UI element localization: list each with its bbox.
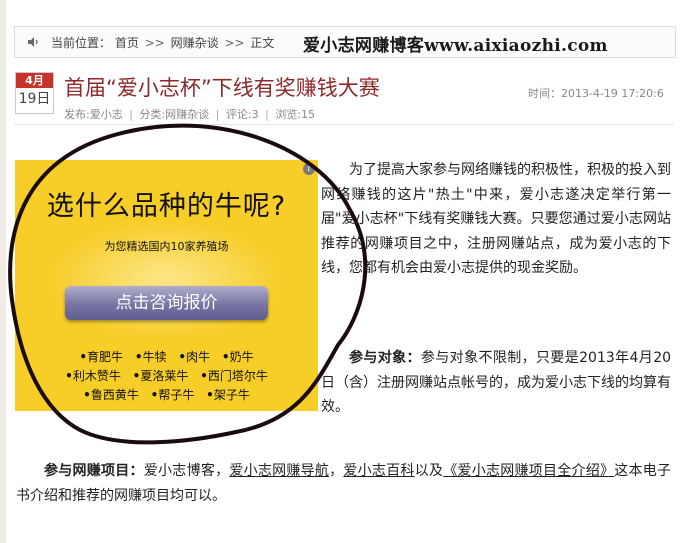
ad-tag-row: 育肥牛 牛犊 肉牛 奶牛: [15, 348, 318, 367]
ad-subline: 为您精选国内10家养殖场: [104, 240, 229, 253]
ad-tag-list: 育肥牛 牛犊 肉牛 奶牛 利木赞牛 夏洛莱牛 西门塔尔牛 鲁西黄牛 帮子牛 架子…: [15, 348, 318, 405]
ad-tag: 夏洛莱牛: [133, 369, 189, 383]
speaker-icon: [28, 37, 38, 47]
breadcrumb-prefix: 当前位置：: [51, 36, 112, 50]
ad-cta-button[interactable]: 点击咨询报价: [65, 286, 268, 320]
post-title[interactable]: 首届“爱小志杯”下线有奖赚钱大赛: [64, 72, 380, 102]
ad-tag: 鲁西黄牛: [83, 388, 139, 402]
breadcrumb-current: 正文: [250, 36, 275, 50]
breadcrumb-trail: 当前位置： 首页 >> 网赚杂谈 >> 正文: [51, 34, 274, 51]
article-paragraph-intro: 为了提高大家参与网络赚钱的积极性，积极的投入到网络赚钱的这片"热土"中来，爱小志…: [321, 162, 671, 276]
post-views: 浏览:15: [275, 108, 316, 121]
breadcrumb: 当前位置： 首页 >> 网赚杂谈 >> 正文 爱小志网赚博客www.aixiao…: [14, 26, 676, 58]
ad-tag: 肉牛: [178, 350, 210, 364]
ad-tag: 牛犊: [135, 350, 167, 364]
date-month: 4月: [16, 73, 53, 88]
post-category[interactable]: 分类:网赚杂谈: [139, 108, 209, 121]
link-wiki[interactable]: 爱小志百科: [343, 463, 414, 479]
breadcrumb-separator: >>: [144, 36, 165, 50]
title-divider: [14, 124, 674, 125]
projects-mid: 以及: [414, 463, 444, 479]
article-paragraph-participants: 参与对象：参与对象不限制，只要是2013年4月20日（含）注册网赚站点帐号的，成…: [321, 346, 671, 420]
projects-mid: ，: [329, 463, 344, 479]
link-ebook[interactable]: 《爱小志网赚项目全介绍》: [443, 463, 614, 479]
projects-pre: 爱小志博客，: [143, 463, 230, 479]
ad-tag: 帮子牛: [151, 388, 195, 402]
breadcrumb-category[interactable]: 网赚杂谈: [171, 36, 219, 50]
meta-separator: |: [129, 108, 133, 121]
meta-separator: |: [215, 108, 220, 121]
ad-headline: 选什么品种的牛呢?: [46, 191, 287, 222]
ad-tag: 西门塔尔牛: [200, 369, 268, 383]
info-icon[interactable]: i: [303, 163, 315, 175]
breadcrumb-separator: >>: [224, 36, 245, 50]
post-comments[interactable]: 评论:3: [226, 108, 259, 121]
participants-label: 参与对象：: [349, 350, 421, 366]
site-watermark: 爱小志网赚博客www.aixiaozhi.com: [303, 36, 608, 56]
projects-label: 参与网赚项目：: [44, 463, 144, 479]
post-author[interactable]: 发布:爱小志: [64, 108, 123, 121]
link-navigation[interactable]: 爱小志网赚导航: [229, 463, 329, 479]
ad-tag: 架子牛: [206, 388, 250, 402]
breadcrumb-home[interactable]: 首页: [115, 36, 139, 50]
post-meta: 发布:爱小志 | 分类:网赚杂谈 | 评论:3 | 浏览:15: [64, 106, 315, 122]
page: 当前位置： 首页 >> 网赚杂谈 >> 正文 爱小志网赚博客www.aixiao…: [0, 0, 684, 543]
ad-tag: 利木赞牛: [65, 369, 121, 383]
article-paragraph-projects: 参与网赚项目：爱小志博客，爱小志网赚导航，爱小志百科以及《爱小志网赚项目全介绍》…: [16, 459, 671, 508]
ad-tag: 育肥牛: [79, 350, 123, 364]
ad-banner[interactable]: i 选什么品种的牛呢? 为您精选国内10家养殖场 点击咨询报价 育肥牛 牛犊 肉…: [15, 160, 318, 411]
ad-tag-row: 鲁西黄牛 帮子牛 架子牛: [15, 386, 318, 405]
meta-separator: |: [265, 108, 269, 121]
ad-tag: 奶牛: [222, 350, 254, 364]
date-badge: 4月 19日: [15, 72, 54, 114]
ad-tag-row: 利木赞牛 夏洛莱牛 西门塔尔牛: [15, 367, 318, 386]
left-border: [0, 0, 6, 543]
date-day: 19日: [18, 91, 51, 107]
post-time: 时间：2013-4-19 17:20:6: [528, 87, 664, 100]
